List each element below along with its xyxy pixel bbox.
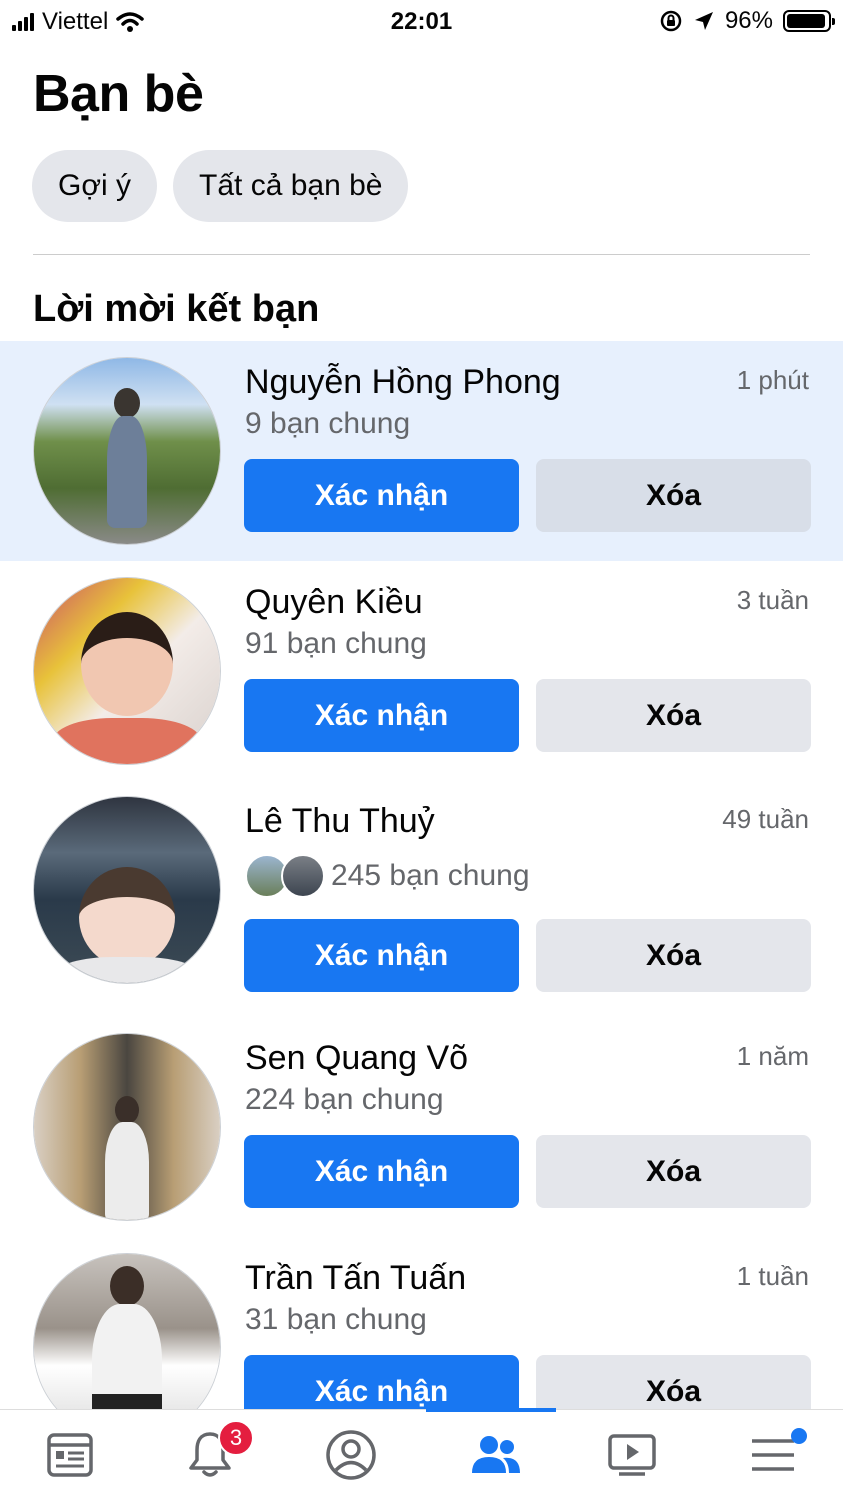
confirm-button[interactable]: Xác nhận	[244, 1135, 519, 1208]
news-feed-icon	[47, 1433, 93, 1477]
mutual-friends-label: 91 bạn chung	[245, 627, 427, 660]
request-time: 49 tuần	[722, 804, 809, 834]
menu-notification-dot	[791, 1428, 807, 1444]
confirm-button[interactable]: Xác nhận	[244, 919, 519, 992]
bottom-nav: 3	[0, 1408, 843, 1499]
mutual-friend-avatar	[281, 854, 325, 898]
divider	[33, 254, 810, 255]
chip-suggestions[interactable]: Gợi ý	[32, 150, 158, 222]
nav-watch[interactable]	[562, 1410, 702, 1499]
mutual-friends: 9 bạn chung	[245, 407, 410, 441]
delete-button[interactable]: Xóa	[536, 919, 811, 992]
mutual-friends-label: 9 bạn chung	[245, 407, 411, 440]
battery-percent: 96%	[724, 7, 773, 34]
avatar[interactable]	[33, 1033, 221, 1221]
battery-fill	[787, 14, 826, 28]
nav-friends[interactable]	[426, 1408, 566, 1499]
request-time: 3 tuần	[736, 585, 809, 615]
request-name[interactable]: Trần Tấn Tuấn	[245, 1259, 466, 1298]
status-right: 96%	[659, 7, 835, 35]
location-icon	[694, 12, 713, 30]
nav-menu[interactable]	[703, 1410, 843, 1499]
confirm-button[interactable]: Xác nhận	[244, 459, 519, 532]
confirm-button[interactable]: Xác nhận	[244, 679, 519, 752]
page-title: Bạn bè	[33, 65, 204, 123]
delete-button[interactable]: Xóa	[536, 459, 811, 532]
nav-news-feed[interactable]	[0, 1410, 140, 1499]
nav-notifications[interactable]: 3	[140, 1410, 280, 1499]
menu-icon	[752, 1439, 794, 1471]
rotation-lock-icon	[660, 10, 682, 32]
watch-icon	[608, 1434, 656, 1476]
notification-badge: 3	[218, 1420, 254, 1456]
avatar[interactable]	[33, 357, 221, 545]
friends-icon	[472, 1436, 520, 1473]
section-title: Lời mời kết bạn	[33, 288, 320, 330]
filter-chips: Gợi ý Tất cả bạn bè	[32, 150, 409, 222]
friend-request[interactable]: Quyên Kiều 3 tuần 91 bạn chung Xác nhận …	[0, 561, 843, 781]
request-time: 1 năm	[736, 1041, 809, 1071]
status-bar: Viettel 22:01 96%	[0, 0, 843, 44]
avatar[interactable]	[33, 796, 221, 984]
request-name[interactable]: Quyên Kiều	[245, 583, 423, 622]
request-name[interactable]: Sen Quang Võ	[245, 1039, 468, 1078]
friend-request[interactable]: Lê Thu Thuỷ 49 tuần 245 bạn chung Xác nh…	[0, 780, 843, 1000]
request-name[interactable]: Nguyễn Hồng Phong	[245, 363, 561, 402]
friend-request[interactable]: Nguyễn Hồng Phong 1 phút 9 bạn chung Xác…	[0, 341, 843, 561]
mutual-friends: 245 bạn chung	[245, 854, 530, 898]
delete-button[interactable]: Xóa	[536, 1135, 811, 1208]
delete-button[interactable]: Xóa	[536, 679, 811, 752]
profile-icon	[326, 1430, 376, 1480]
chip-all-friends[interactable]: Tất cả bạn bè	[173, 150, 409, 222]
request-time: 1 phút	[736, 365, 809, 395]
avatar[interactable]	[33, 577, 221, 765]
mutual-friends-label: 31 bạn chung	[245, 1303, 427, 1336]
request-name[interactable]: Lê Thu Thuỷ	[245, 802, 435, 841]
mutual-friends: 31 bạn chung	[245, 1303, 427, 1337]
mutual-friends: 224 bạn chung	[245, 1083, 444, 1117]
request-time: 1 tuần	[736, 1261, 809, 1291]
battery-icon	[783, 10, 835, 32]
mutual-friends: 91 bạn chung	[245, 627, 427, 661]
mutual-friends-label: 224 bạn chung	[245, 1083, 444, 1116]
mutual-friends-label: 245 bạn chung	[331, 859, 530, 892]
nav-profile[interactable]	[281, 1410, 421, 1499]
friend-request[interactable]: Sen Quang Võ 1 năm 224 bạn chung Xác nhậ…	[0, 1017, 843, 1237]
